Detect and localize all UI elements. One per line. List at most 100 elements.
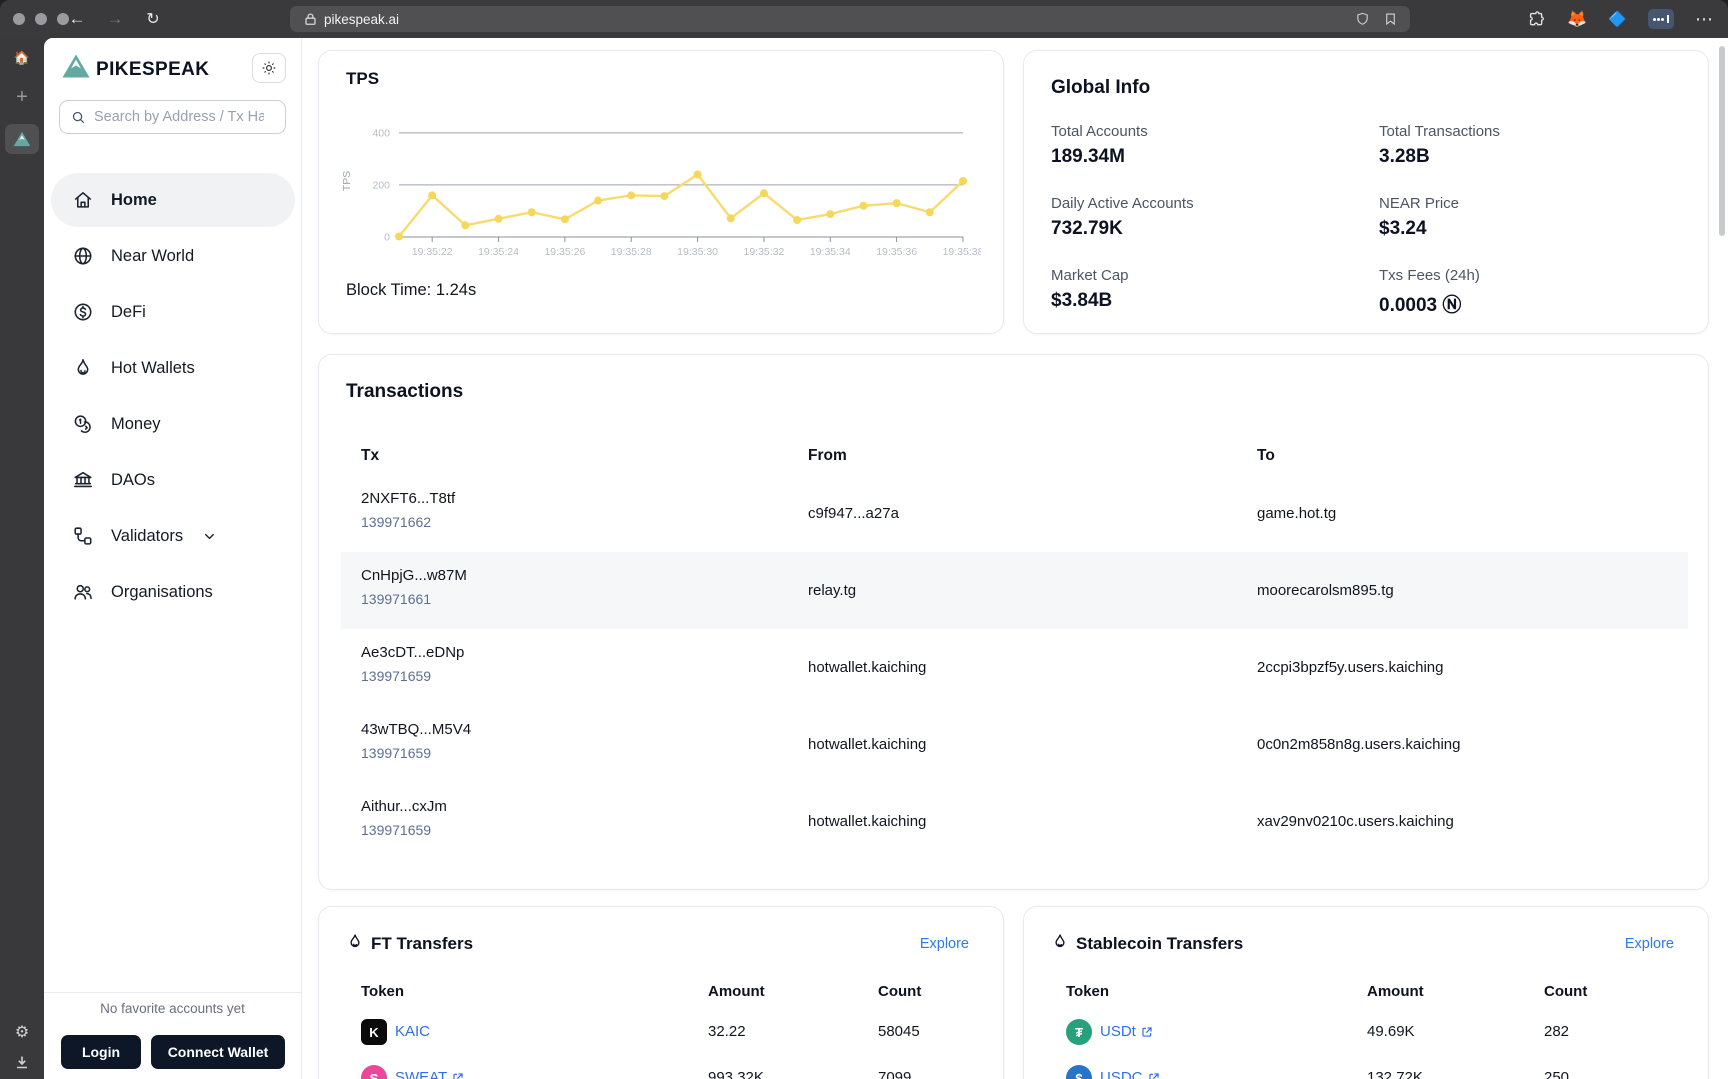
stat-value: 732.79K — [1051, 218, 1123, 239]
sidebar-item-label: Near World — [111, 246, 195, 265]
tps-card: TPS 0 200 400 TPS 19:35:22 19:35:24 19:35:26 19… — [318, 50, 1004, 334]
reading-list-icon[interactable] — [1383, 11, 1398, 27]
list-item[interactable]: K KAIC 32.22 58045 — [319, 1009, 1003, 1055]
hot-wallets-icon — [72, 357, 94, 379]
token-amount: 993.32K — [708, 1069, 764, 1079]
browser-toolbar: ← → ↻ pikespeak.ai 🦊 🔷 ⋯ — [0, 0, 1728, 38]
stat-value: 189.34M — [1051, 146, 1125, 167]
table-row[interactable]: 43wTBQ...M5V4 139971659 hotwallet.kaichi… — [341, 706, 1688, 783]
token-name-link[interactable]: SWEAT — [395, 1069, 464, 1079]
list-item[interactable]: S SWEAT 993.32K 7099 — [319, 1055, 1003, 1079]
sweat-token-icon: S — [361, 1065, 387, 1079]
connect-wallet-button[interactable]: Connect Wallet — [151, 1035, 285, 1069]
tx-hash-link[interactable]: CnHpjG...w87M — [361, 567, 467, 584]
theme-toggle-button[interactable] — [252, 53, 286, 83]
table-row[interactable]: Aithur...cxJm 139971659 hotwallet.kaichi… — [341, 783, 1688, 860]
svg-text:19:35:30: 19:35:30 — [677, 246, 718, 258]
flame-icon — [1051, 932, 1069, 951]
table-row[interactable]: 2NXFT6...T8tf 139971662 c9f947...a27a ga… — [341, 475, 1688, 552]
column-header-token: Token — [1066, 983, 1110, 1000]
stat-value: $3.84B — [1051, 290, 1113, 311]
token-amount: 32.22 — [708, 1023, 746, 1040]
to-account-link[interactable]: game.hot.tg — [1257, 505, 1336, 522]
chevron-down-icon — [202, 529, 217, 544]
sidebar-item-defi[interactable]: DeFi — [44, 284, 302, 340]
external-link-icon — [1141, 1026, 1153, 1038]
token-name-link[interactable]: USDt — [1100, 1023, 1153, 1040]
sidebar-item-validators[interactable]: Validators — [44, 508, 302, 564]
from-account-link[interactable]: hotwallet.kaiching — [808, 736, 926, 753]
overflow-menu-icon[interactable]: ⋯ — [1695, 9, 1714, 30]
tx-hash-link[interactable]: 43wTBQ...M5V4 — [361, 721, 471, 738]
wallet-gem-icon[interactable]: 🔷 — [1608, 10, 1627, 28]
sidebar-item-label: Hot Wallets — [111, 358, 195, 377]
sidebar-item-label: DAOs — [111, 470, 156, 489]
stat-label: Txs Fees (24h) — [1379, 267, 1480, 284]
to-account-link[interactable]: 0c0n2m858n8g.users.kaiching — [1257, 736, 1460, 753]
sidebar-item-organisations[interactable]: Organisations — [44, 564, 302, 620]
active-tab-pikespeak[interactable] — [5, 124, 39, 154]
block-number-link[interactable]: 139971661 — [361, 591, 467, 607]
token-name-link[interactable]: USDC — [1100, 1069, 1160, 1079]
extensions-puzzle-icon[interactable] — [1527, 10, 1546, 29]
shield-icon[interactable] — [1355, 11, 1370, 27]
ft-explore-link[interactable]: Explore — [920, 936, 969, 952]
back-button[interactable]: ← — [62, 0, 92, 38]
sidebar-item-near-world[interactable]: Near World — [44, 228, 302, 284]
global-info-stats: Total Accounts 189.34M Total Transactions… — [1051, 123, 1500, 317]
block-number-link[interactable]: 139971659 — [361, 668, 464, 684]
tx-hash-link[interactable]: Aithur...cxJm — [361, 798, 447, 815]
sidebar-item-label: Organisations — [111, 582, 213, 601]
ft-transfers-title: FT Transfers — [371, 934, 474, 953]
reload-button[interactable]: ↻ — [138, 0, 168, 38]
token-amount: 132.72K — [1367, 1069, 1423, 1079]
forward-button[interactable]: → — [100, 0, 130, 38]
home-favicon-icon[interactable]: 🏠 — [0, 50, 44, 66]
search-input[interactable] — [94, 109, 264, 125]
sidebar-item-hot-wallets[interactable]: Hot Wallets — [44, 340, 302, 396]
stat-total-accounts: Total Accounts 189.34M — [1051, 123, 1379, 168]
sidebar-item-money[interactable]: Money — [44, 396, 302, 452]
to-account-link[interactable]: xav29nv0210c.users.kaiching — [1257, 813, 1454, 830]
transactions-title: Transactions — [346, 381, 464, 402]
downloads-icon[interactable] — [0, 1054, 44, 1070]
list-item[interactable]: ₮ USDt 49.69K 282 — [1024, 1009, 1708, 1055]
table-row[interactable]: Ae3cDT...eDNp 139971659 hotwallet.kaichi… — [341, 629, 1688, 706]
from-account-link[interactable]: hotwallet.kaiching — [808, 813, 926, 830]
from-account-link[interactable]: relay.tg — [808, 582, 856, 599]
list-item[interactable]: $ USDC 132.72K 250 — [1024, 1055, 1708, 1079]
minimize-window-button[interactable] — [35, 13, 47, 25]
close-window-button[interactable] — [13, 13, 25, 25]
column-header-to: To — [1257, 447, 1275, 464]
svg-text:19:35:36: 19:35:36 — [876, 246, 917, 258]
stablecoin-explore-link[interactable]: Explore — [1625, 936, 1674, 952]
column-header-count: Count — [878, 983, 922, 1000]
browser-settings-gear-icon[interactable]: ⚙ — [0, 1022, 44, 1042]
tx-hash-link[interactable]: 2NXFT6...T8tf — [361, 490, 455, 507]
money-icon — [72, 413, 94, 435]
sidebar-nav: Home Near World DeFi Hot Wallets Money D… — [44, 172, 302, 620]
page-scrollbar-thumb[interactable] — [1719, 46, 1725, 236]
organisations-icon — [72, 581, 94, 603]
from-account-link[interactable]: c9f947...a27a — [808, 505, 899, 522]
block-number-link[interactable]: 139971659 — [361, 822, 447, 838]
url-bar[interactable]: pikespeak.ai — [290, 6, 1410, 32]
stat-total-transactions: Total Transactions 3.28B — [1379, 123, 1500, 168]
column-header-count: Count — [1544, 983, 1588, 1000]
sidebar-item-daos[interactable]: DAOs — [44, 452, 302, 508]
transactions-rows: 2NXFT6...T8tf 139971662 c9f947...a27a ga… — [341, 475, 1688, 860]
token-name-link[interactable]: KAIC — [395, 1023, 430, 1040]
block-number-link[interactable]: 139971659 — [361, 745, 471, 761]
to-account-link[interactable]: moorecarolsm895.tg — [1257, 582, 1394, 599]
tx-hash-link[interactable]: Ae3cDT...eDNp — [361, 644, 464, 661]
from-account-link[interactable]: hotwallet.kaiching — [808, 659, 926, 676]
login-button[interactable]: Login — [61, 1035, 141, 1069]
sidebar-item-home[interactable]: Home — [44, 172, 302, 228]
new-tab-button[interactable]: + — [0, 86, 44, 109]
block-number-link[interactable]: 139971662 — [361, 514, 455, 530]
metamask-icon[interactable]: 🦊 — [1567, 9, 1587, 29]
usdc-token-icon: $ — [1066, 1065, 1092, 1079]
password-manager-icon[interactable] — [1648, 9, 1674, 29]
to-account-link[interactable]: 2ccpi3bpzf5y.users.kaiching — [1257, 659, 1444, 676]
table-row[interactable]: CnHpjG...w87M 139971661 relay.tg mooreca… — [341, 552, 1688, 629]
